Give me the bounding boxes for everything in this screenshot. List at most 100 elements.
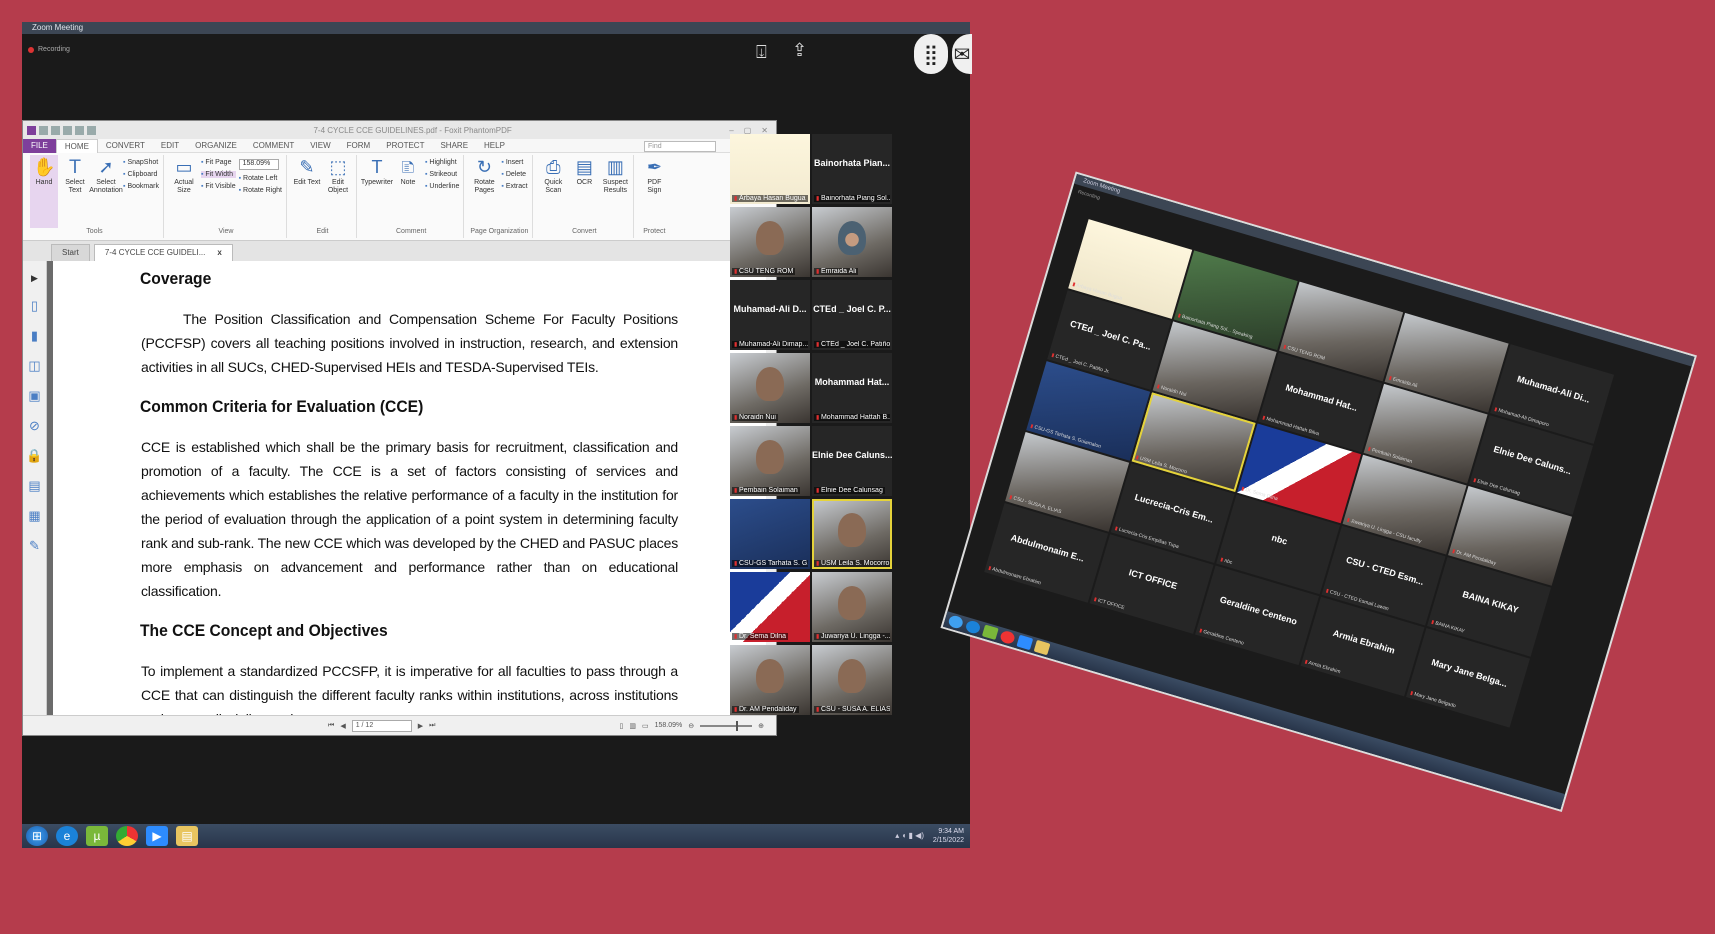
system-tray-icons[interactable]: ▴ ◖ ▮ ◀) bbox=[895, 831, 924, 840]
content-icon[interactable]: ▦ bbox=[28, 508, 40, 524]
participant-tile[interactable]: Arbaya Hasan Bugua bbox=[730, 134, 810, 204]
participant-tile[interactable]: Pembain Solaiman bbox=[730, 426, 810, 496]
participant-tile[interactable]: Dr. AM Pendaliday bbox=[730, 645, 810, 715]
edit-object-button[interactable]: ⬚ Edit Object bbox=[324, 155, 352, 228]
fit-visible-button[interactable]: Fit Visible bbox=[201, 183, 235, 190]
menu-comment[interactable]: COMMENT bbox=[245, 139, 302, 153]
zoom-out-icon[interactable]: ⊖ bbox=[688, 722, 694, 730]
menu-view[interactable]: VIEW bbox=[302, 139, 338, 153]
underline-button[interactable]: Underline bbox=[425, 183, 459, 190]
edit-group-label: Edit bbox=[316, 228, 329, 235]
strikeout-button[interactable]: Strikeout bbox=[425, 171, 459, 178]
participant-tile[interactable]: Muhamad-Ali D... Muhamad-Ali Dimap... bbox=[730, 280, 810, 350]
menu-file[interactable]: FILE bbox=[23, 138, 56, 153]
snapshot-button[interactable]: SnapShot bbox=[123, 159, 159, 166]
participant-tile[interactable]: Emraida Ali bbox=[812, 207, 892, 277]
redo-icon[interactable] bbox=[87, 125, 96, 135]
pdf-titlebar: 7-4 CYCLE CCE GUIDELINES.pdf - Foxit Pha… bbox=[23, 121, 776, 139]
participant-tile[interactable]: CSU TENG ROM bbox=[730, 207, 810, 277]
page-number-input[interactable]: 1 / 12 bbox=[351, 719, 412, 732]
pdf-sign-button[interactable]: ✒ PDF Sign bbox=[640, 155, 668, 228]
menu-help[interactable]: HELP bbox=[476, 139, 513, 153]
participant-tile[interactable]: Bainorhata Pian... Bainorhata Piang Sol..… bbox=[812, 134, 892, 204]
ocr-button[interactable]: ▤ OCR bbox=[570, 155, 598, 228]
open-icon[interactable] bbox=[39, 125, 48, 135]
prev-page-icon[interactable]: ◀ bbox=[340, 722, 345, 730]
taskbar-clock[interactable]: 9:34 AM 2/15/2022 bbox=[933, 827, 964, 845]
layers-icon[interactable]: ◫ bbox=[28, 358, 40, 374]
menu-share[interactable]: SHARE bbox=[432, 139, 476, 153]
rotate-right-button[interactable]: Rotate Right bbox=[239, 187, 282, 194]
participant-tile[interactable]: CSU - SUSA A. ELIAS bbox=[812, 645, 892, 715]
attachment-icon[interactable]: ⊘ bbox=[29, 418, 40, 434]
fit-width-button[interactable]: Fit Width bbox=[200, 171, 236, 178]
tab-close-icon[interactable]: x bbox=[217, 248, 221, 257]
last-page-icon[interactable]: ⏭ bbox=[429, 722, 435, 730]
select-annotation-button[interactable]: ➚ Select Annotation bbox=[89, 155, 122, 228]
hand-tool-button[interactable]: ✋ Hand bbox=[30, 155, 58, 228]
clipboard-button[interactable]: Clipboard bbox=[123, 171, 159, 178]
suspect-results-button[interactable]: ▥ Suspect Results bbox=[601, 155, 629, 228]
signature-panel-icon[interactable]: ▤ bbox=[28, 478, 40, 494]
tab-start[interactable]: Start bbox=[51, 244, 90, 261]
participant-tile[interactable]: Noraidn Nui bbox=[730, 353, 810, 423]
first-page-icon[interactable]: ⏮ bbox=[328, 722, 334, 730]
bookmarks-icon[interactable]: ▮ bbox=[31, 328, 38, 344]
apps-grid-button[interactable]: ⣿ bbox=[914, 34, 948, 74]
next-page-icon[interactable]: ▶ bbox=[418, 722, 423, 730]
start-button[interactable]: ⊞ bbox=[26, 826, 48, 846]
single-page-view-icon[interactable]: ▯ bbox=[620, 722, 624, 730]
messenger-button[interactable]: ✉ bbox=[952, 34, 972, 74]
participant-tile[interactable]: Mohammad Hat... Mohammad Hattah B... bbox=[812, 353, 892, 423]
zoom-slider[interactable] bbox=[700, 720, 753, 731]
file-explorer-icon[interactable]: ▤ bbox=[176, 826, 198, 846]
print-icon[interactable] bbox=[63, 125, 72, 135]
highlight-button[interactable]: Highlight bbox=[425, 159, 459, 166]
zoom-icon[interactable]: ▶ bbox=[146, 826, 168, 846]
participant-tile[interactable]: Juwariya U. Lingga -... bbox=[812, 572, 892, 642]
zoom-in-icon[interactable]: ⊕ bbox=[758, 722, 764, 730]
menu-edit[interactable]: EDIT bbox=[153, 139, 187, 153]
edge-icon[interactable]: e bbox=[56, 826, 78, 846]
rotate-left-button[interactable]: Rotate Left bbox=[239, 175, 282, 182]
typewriter-button[interactable]: T Typewriter bbox=[361, 155, 393, 228]
comments-icon[interactable]: ▣ bbox=[28, 388, 40, 404]
participant-tile[interactable]: USM Leila S. Mocorro bbox=[812, 499, 892, 569]
collapse-arrow-icon[interactable]: ▶ bbox=[31, 273, 38, 284]
menu-home[interactable]: HOME bbox=[55, 138, 98, 153]
quick-scan-button[interactable]: ⎙ Quick Scan bbox=[539, 155, 567, 228]
tab-document[interactable]: 7-4 CYCLE CCE GUIDELI... x bbox=[93, 244, 233, 261]
lock-icon[interactable]: 🔒 bbox=[26, 448, 42, 464]
rotate-pages-button[interactable]: ↻ Rotate Pages bbox=[470, 155, 498, 228]
bookmark-button[interactable]: Bookmark bbox=[123, 183, 159, 190]
find-input[interactable]: Find bbox=[644, 141, 716, 152]
menu-convert[interactable]: CONVERT bbox=[98, 139, 153, 153]
participant-video bbox=[756, 440, 784, 474]
chrome-icon[interactable] bbox=[116, 826, 138, 846]
insert-button[interactable]: Insert bbox=[501, 159, 527, 166]
share-screen-icon[interactable]: ⇪ bbox=[792, 40, 807, 61]
menu-form[interactable]: FORM bbox=[339, 139, 379, 153]
torrent-icon[interactable]: µ bbox=[86, 826, 108, 846]
actual-size-button[interactable]: ▭ Actual Size bbox=[170, 155, 198, 228]
tools-icon[interactable]: ✎ bbox=[29, 538, 40, 554]
save-icon[interactable] bbox=[51, 125, 60, 135]
participant-tile[interactable]: CTEd _ Joel C. P... CTEd _ Joel C. Patiño bbox=[812, 280, 892, 350]
participant-tile[interactable]: Elnie Dee Caluns... Elnie Dee Calunsag bbox=[812, 426, 892, 496]
participant-tile[interactable]: Dr. Sema Dilna bbox=[730, 572, 810, 642]
select-text-button[interactable]: Ｔ Select Text bbox=[61, 155, 89, 228]
undo-icon[interactable] bbox=[75, 125, 84, 135]
extract-button[interactable]: Extract bbox=[501, 183, 528, 190]
pages-icon[interactable]: ▯ bbox=[31, 298, 38, 314]
participant-tile[interactable]: CSU-GS Tarhata S. G... bbox=[730, 499, 810, 569]
menu-protect[interactable]: PROTECT bbox=[378, 139, 432, 153]
facing-view-icon[interactable]: ▭ bbox=[642, 722, 649, 730]
edit-text-button[interactable]: ✎ Edit Text bbox=[293, 155, 321, 228]
fit-page-button[interactable]: Fit Page bbox=[201, 159, 236, 166]
delete-button[interactable]: Delete bbox=[501, 171, 527, 178]
minimize-share-icon[interactable]: ⍗ bbox=[756, 42, 767, 63]
note-button[interactable]: 🗈 Note bbox=[394, 155, 422, 228]
menu-organize[interactable]: ORGANIZE bbox=[187, 139, 245, 153]
zoom-select[interactable]: 158.09% bbox=[238, 159, 279, 170]
continuous-view-icon[interactable]: ▥ bbox=[629, 722, 636, 730]
